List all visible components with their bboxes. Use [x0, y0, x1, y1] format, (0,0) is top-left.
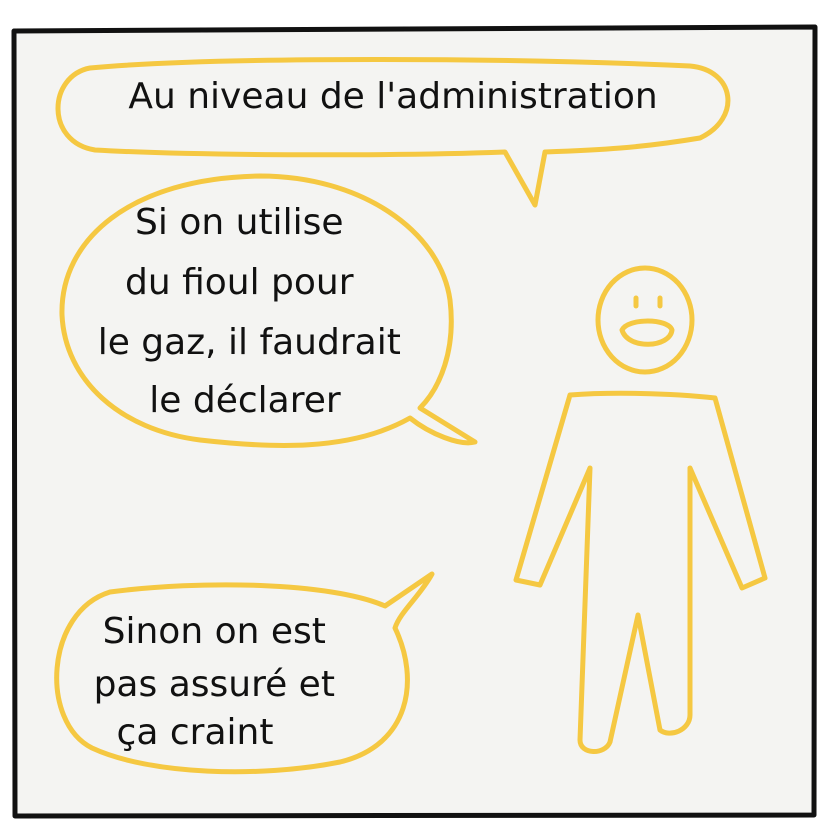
- speech-bubble-2-line-2: du fioul pour: [125, 262, 354, 303]
- speech-bubble-1-text: Au niveau de l'administration: [128, 76, 657, 117]
- speech-bubble-3-line-1: Sinon on est: [103, 611, 326, 652]
- speech-bubble-2-line-1: Si on utilise: [135, 202, 343, 243]
- speech-bubble-2-line-3: le gaz, il faudrait: [98, 322, 401, 363]
- speech-bubble-3-line-2: pas assuré et: [94, 664, 335, 705]
- speech-bubble-3-line-3: ça craint: [117, 712, 274, 753]
- speech-bubble-2-line-4: le déclarer: [149, 380, 341, 421]
- comic-panel: Au niveau de l'administration Si on util…: [11, 24, 818, 819]
- speech-bubble-1-line-1: Au niveau de l'administration: [128, 76, 657, 117]
